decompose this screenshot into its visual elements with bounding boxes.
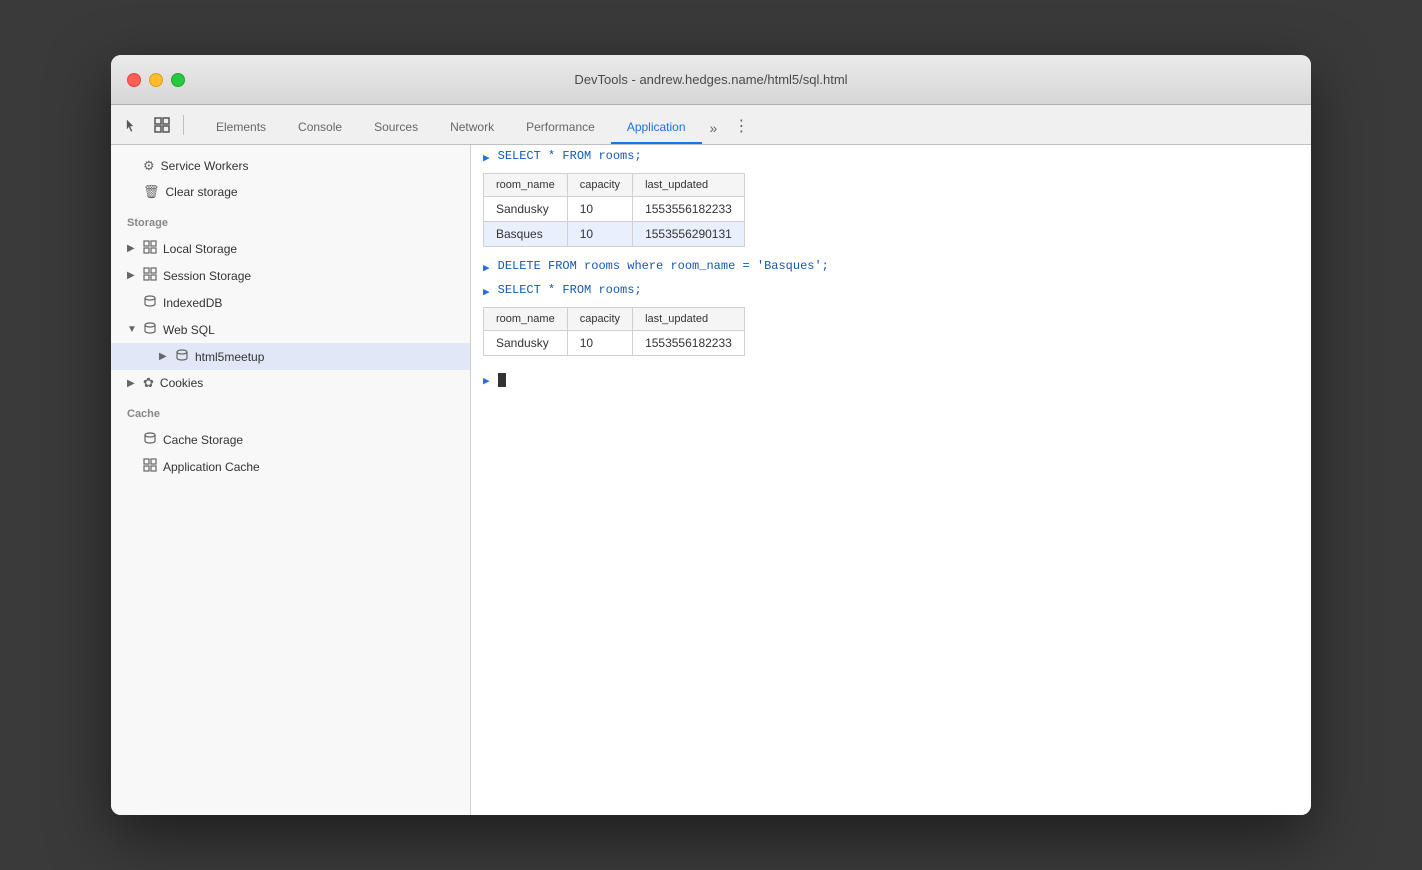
cell-last-updated: 1553556290131 [633,222,745,247]
sidebar-item-cookies[interactable]: ▶ ✿ Cookies [111,370,470,396]
session-storage-label: Session Storage [163,269,251,283]
cell-capacity: 10 [567,222,632,247]
table-row[interactable]: Sandusky 10 1553556182233 [484,331,745,356]
sidebar-item-indexeddb[interactable]: IndexedDB [111,289,470,316]
col-header-capacity: capacity [567,174,632,197]
html5meetup-label: html5meetup [195,350,264,364]
cache-section-label: Cache [111,396,470,426]
query3-result-table: room_name capacity last_updated Sandusky… [483,307,745,356]
sql-console-panel[interactable]: ▶ SELECT * FROM rooms; room_name capacit… [471,145,1311,815]
cache-storage-icon [143,431,157,448]
title-bar: DevTools - andrew.hedges.name/html5/sql.… [111,55,1311,105]
session-storage-arrow: ▶ [127,270,141,281]
more-tabs-button[interactable]: » [702,112,726,144]
cookies-icon: ✿ [143,375,154,391]
tab-sources[interactable]: Sources [358,112,434,144]
cell-capacity-2: 10 [567,331,632,356]
cookies-arrow: ▶ [127,378,141,389]
html5meetup-icon [175,348,189,365]
sidebar-item-web-sql[interactable]: ▼ Web SQL [111,316,470,343]
sql-input-line[interactable]: ▶ [471,364,1311,396]
sql-query-line-1[interactable]: ▶ SELECT * FROM rooms; [471,145,1311,169]
web-sql-arrow: ▼ [127,324,141,335]
col-header-room-name: room_name [484,174,568,197]
cell-capacity: 10 [567,197,632,222]
traffic-lights [127,73,185,87]
col-header-last-updated: last_updated [633,174,745,197]
query1-text: SELECT * FROM rooms; [498,149,642,163]
session-storage-icon [143,267,157,284]
sidebar-item-html5meetup[interactable]: ▶ html5meetup [111,343,470,370]
tab-network[interactable]: Network [434,112,510,144]
sidebar-item-application-cache[interactable]: Application Cache [111,453,470,480]
application-cache-icon [143,458,157,475]
minimize-button[interactable] [149,73,163,87]
window-title: DevTools - andrew.hedges.name/html5/sql.… [574,72,847,87]
maximize-button[interactable] [171,73,185,87]
cell-last-updated-2: 1553556182233 [633,331,745,356]
main-content: ⚙ Service Workers 🗑 Clear storage Storag… [111,145,1311,815]
toolbar-icons [119,112,188,144]
service-workers-label: Service Workers [161,159,249,173]
html5meetup-arrow: ▶ [159,351,173,362]
query1-result-table: room_name capacity last_updated Sandusky… [483,173,745,247]
indexeddb-icon [143,294,157,311]
col-header-last-updated-2: last_updated [633,308,745,331]
sidebar-item-clear-storage[interactable]: 🗑 Clear storage [111,179,470,205]
web-sql-label: Web SQL [163,323,215,337]
inspect-icon[interactable] [149,112,175,138]
table-row[interactable]: Basques 10 1553556290131 [484,222,745,247]
query3-expand-arrow[interactable]: ▶ [483,285,490,299]
tab-application[interactable]: Application [611,112,702,144]
sidebar-item-local-storage[interactable]: ▶ Local Storage [111,235,470,262]
menu-dots-button[interactable]: ⋮ [725,108,757,144]
main-tabs: Elements Console Sources Network Perform… [200,108,757,144]
sidebar-item-cache-storage[interactable]: Cache Storage [111,426,470,453]
query3-text: SELECT * FROM rooms; [498,283,642,297]
storage-section-label: Storage [111,205,470,235]
local-storage-icon [143,240,157,257]
table-row[interactable]: Sandusky 10 1553556182233 [484,197,745,222]
sql-query-line-2[interactable]: ▶ DELETE FROM rooms where room_name = 'B… [471,255,1311,279]
tab-elements[interactable]: Elements [200,112,282,144]
tab-console[interactable]: Console [282,112,358,144]
tab-bar: Elements Console Sources Network Perform… [111,105,1311,145]
query1-expand-arrow[interactable]: ▶ [483,151,490,165]
sidebar: ⚙ Service Workers 🗑 Clear storage Storag… [111,145,471,815]
col-header-room-name-2: room_name [484,308,568,331]
sidebar-item-session-storage[interactable]: ▶ Session Storage [111,262,470,289]
local-storage-label: Local Storage [163,242,237,256]
service-workers-icon: ⚙ [143,158,155,174]
local-storage-arrow: ▶ [127,243,141,254]
clear-storage-icon: 🗑 [143,184,160,200]
close-button[interactable] [127,73,141,87]
col-header-capacity-2: capacity [567,308,632,331]
cache-storage-label: Cache Storage [163,433,243,447]
web-sql-icon [143,321,157,338]
sql-query-line-3[interactable]: ▶ SELECT * FROM rooms; [471,279,1311,303]
tab-performance[interactable]: Performance [510,112,611,144]
input-arrow: ▶ [483,374,490,388]
clear-storage-label: Clear storage [166,185,238,199]
cursor-icon[interactable] [119,112,145,138]
cursor [498,373,506,387]
indexeddb-label: IndexedDB [163,296,222,310]
query2-expand-arrow[interactable]: ▶ [483,261,490,275]
cookies-label: Cookies [160,376,203,390]
application-cache-label: Application Cache [163,460,260,474]
query2-text: DELETE FROM rooms where room_name = 'Bas… [498,259,829,273]
cell-last-updated: 1553556182233 [633,197,745,222]
toolbar-divider [183,115,184,135]
devtools-window: DevTools - andrew.hedges.name/html5/sql.… [111,55,1311,815]
sidebar-item-service-workers[interactable]: ⚙ Service Workers [111,153,470,179]
cell-room-name: Sandusky [484,197,568,222]
cell-room-name: Basques [484,222,568,247]
cell-room-name-2: Sandusky [484,331,568,356]
